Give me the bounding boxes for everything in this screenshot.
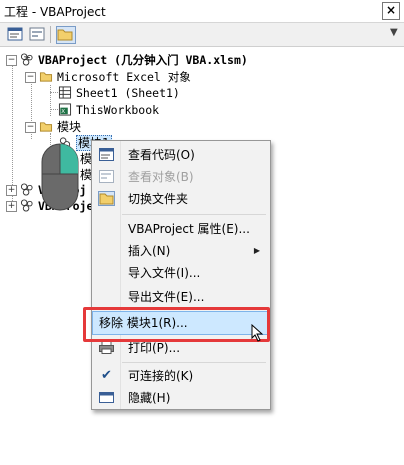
vba-project-icon (20, 199, 33, 212)
check-icon: ✔ (101, 368, 112, 383)
menu-item-properties[interactable]: VBAProject 属性(E)... (94, 218, 268, 240)
expand-expander[interactable]: + (6, 185, 17, 196)
folder-icon (39, 122, 53, 132)
tree-item-label: 模块 (57, 120, 82, 134)
tree-item-label: VBAProject (几分钟入门 VBA.xlsm) (38, 53, 248, 67)
mouse-icon (41, 143, 79, 211)
toolbar: ▼ (0, 23, 404, 47)
view-code-button[interactable] (6, 26, 26, 44)
view-code-icon (99, 148, 114, 161)
folder-icon (57, 29, 73, 41)
menu-item-hide[interactable]: 隐藏(H) (94, 387, 268, 409)
menu-item-toggle-folders[interactable]: 切换文件夹 (94, 188, 268, 210)
menu-item-label: 导出文件(E)... (128, 290, 205, 304)
worksheet-icon (58, 86, 72, 99)
svg-text:X: X (61, 109, 65, 115)
workbook-icon: X (58, 103, 72, 116)
menu-item-view-object[interactable]: 查看对象(B) (94, 166, 268, 188)
menu-item-label: 导入文件(I)... (128, 266, 201, 280)
collapse-expander[interactable]: − (25, 122, 36, 133)
view-object-icon (99, 170, 114, 183)
submenu-arrow-icon: ▶ (253, 246, 260, 255)
view-object-button[interactable] (28, 26, 48, 44)
close-button[interactable]: × (382, 2, 400, 20)
menu-separator (122, 362, 266, 363)
collapse-expander[interactable]: − (6, 55, 17, 66)
menu-item-label: 隐藏(H) (128, 391, 171, 405)
view-code-icon (7, 27, 23, 41)
expand-expander[interactable]: + (6, 201, 17, 212)
annotation-highlight-box (83, 307, 270, 342)
tree-item-label: ThisWorkbook (76, 103, 160, 117)
menu-item-view-code[interactable]: 查看代码(O) (94, 144, 268, 166)
menu-item-label: 插入(N) (128, 244, 171, 258)
toolbar-separator (50, 26, 51, 43)
mouse-pointer-icon (251, 324, 264, 342)
vba-project-icon (20, 53, 33, 66)
toggle-folders-button[interactable] (56, 26, 76, 44)
context-menu: 查看代码(O) 查看对象(B) 切换文件夹 VBAProject 属性(E)..… (91, 140, 271, 410)
title-bar: 工程 - VBAProject × (0, 0, 404, 23)
menu-item-label: 切换文件夹 (128, 192, 189, 206)
tree-item-label: Sheet1 (Sheet1) (76, 86, 180, 100)
menu-item-export-file[interactable]: 导出文件(E)... (94, 286, 268, 308)
menu-item-dockable[interactable]: ✔ 可连接的(K) (94, 365, 268, 387)
folder-icon (98, 191, 115, 206)
collapse-expander[interactable]: − (25, 72, 36, 83)
hide-icon (99, 392, 114, 403)
window-title: 工程 - VBAProject (4, 5, 106, 19)
toolbar-overflow-icon[interactable]: ▼ (390, 27, 402, 43)
menu-item-label: 可连接的(K) (128, 369, 194, 383)
tree-item-label: Microsoft Excel 对象 (57, 70, 191, 84)
folder-icon (39, 72, 53, 82)
vba-project-icon (20, 183, 33, 196)
menu-separator (122, 214, 266, 215)
menu-item-label: VBAProject 属性(E)... (128, 222, 250, 236)
menu-item-insert[interactable]: 插入(N) ▶ (94, 240, 268, 262)
menu-item-label: 查看代码(O) (128, 148, 195, 162)
print-icon (99, 341, 114, 354)
view-object-icon (29, 27, 45, 41)
menu-item-label: 查看对象(B) (128, 170, 194, 184)
menu-item-import-file[interactable]: 导入文件(I)... (94, 262, 268, 284)
